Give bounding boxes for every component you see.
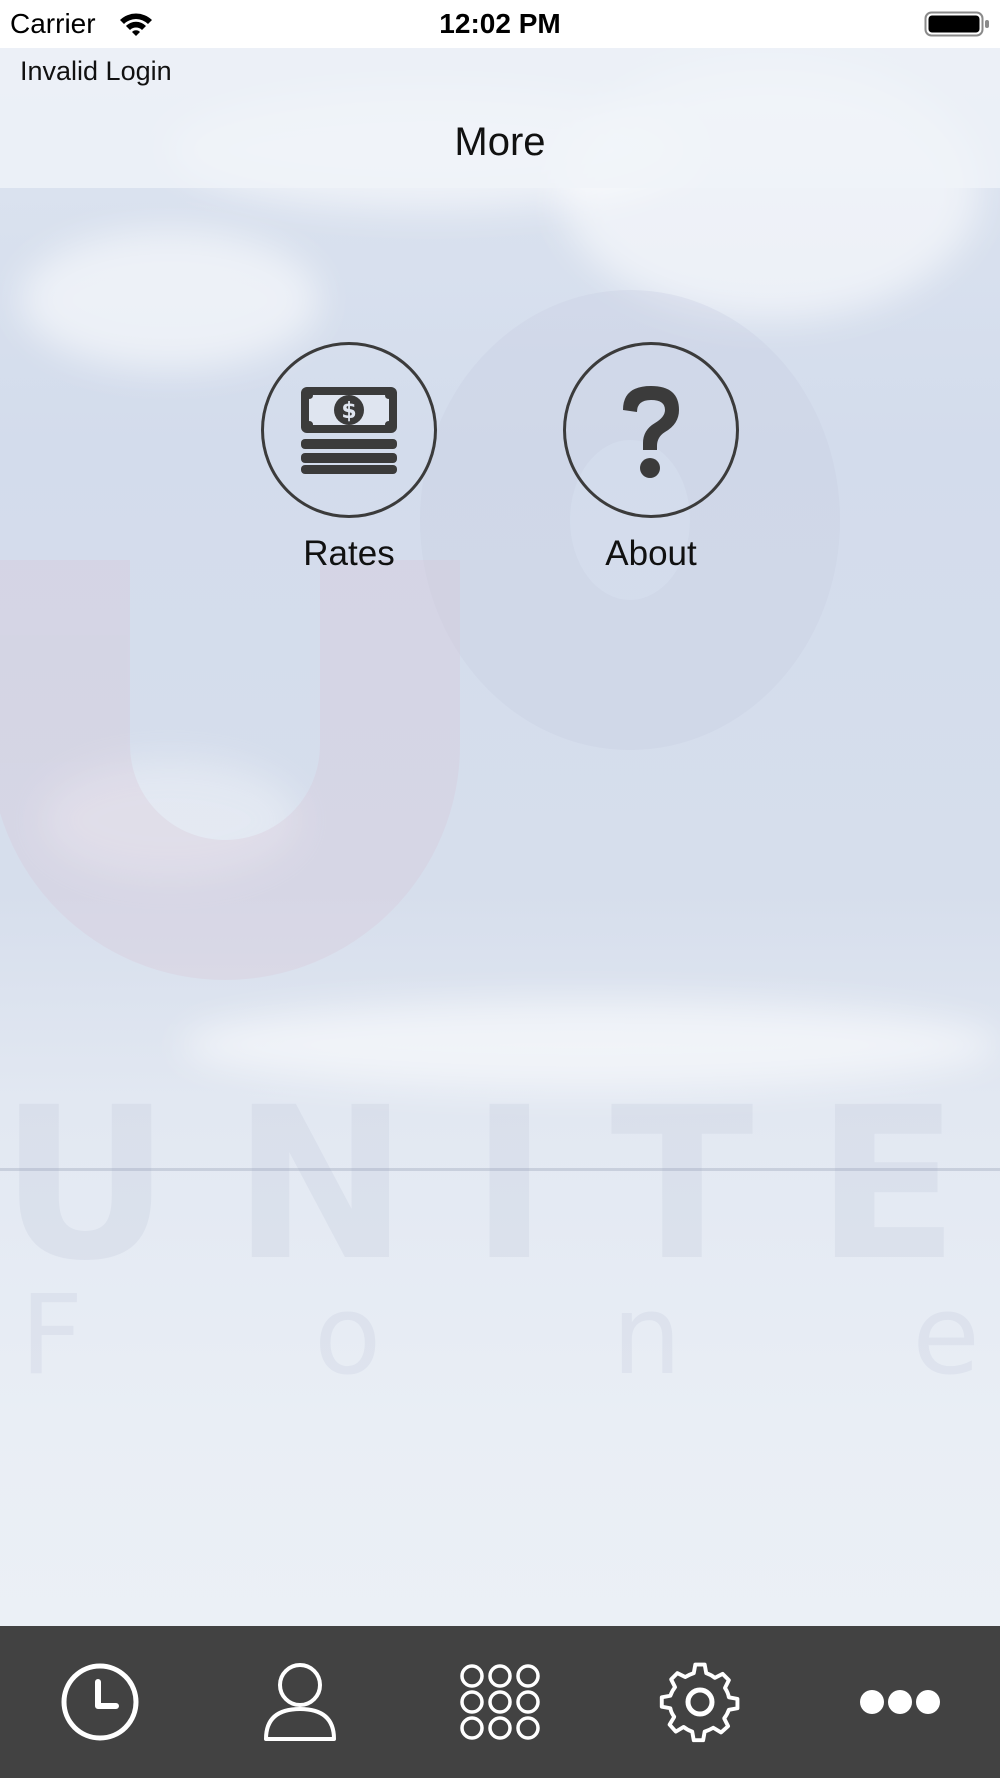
tab-settings[interactable]	[640, 1647, 760, 1757]
svg-text:$: $	[341, 399, 356, 424]
about-icon-circle[interactable]	[563, 342, 739, 518]
login-status-notice: Invalid Login	[20, 56, 172, 86]
horizon-line	[0, 1168, 1000, 1171]
question-mark-icon	[623, 386, 679, 478]
rates-button[interactable]: $ Rates	[259, 342, 439, 574]
watermark-fone: Fone	[20, 1271, 980, 1399]
gear-icon	[659, 1662, 740, 1743]
rates-icon-circle[interactable]: $	[261, 342, 437, 518]
watermark-united: UNITED	[0, 1062, 1000, 1307]
battery-icon	[924, 11, 989, 37]
keypad-icon	[460, 1664, 540, 1740]
tab-bar	[0, 1626, 1000, 1778]
background-wallpaper: UNITED Fone	[0, 0, 1000, 1778]
contact-icon	[264, 1663, 336, 1741]
more-screen: UNITED Fone Carrier 12:02 PM Invalid Log…	[0, 0, 1000, 1778]
rates-label: Rates	[303, 534, 395, 573]
tab-keypad[interactable]	[440, 1647, 560, 1757]
tab-contacts[interactable]	[240, 1647, 360, 1757]
clock-time: 12:02 PM	[439, 8, 561, 39]
header-bar: Invalid Login More	[0, 48, 1000, 188]
money-stack-icon: $	[301, 387, 397, 474]
more-dots-icon	[860, 1690, 940, 1714]
tab-more[interactable]	[840, 1647, 960, 1757]
clock-icon	[61, 1663, 139, 1741]
logo-watermark-u	[0, 560, 460, 980]
about-label: About	[605, 534, 697, 573]
about-button[interactable]: About	[561, 342, 741, 574]
status-bar: Carrier 12:02 PM	[0, 0, 1000, 48]
page-title: More	[454, 120, 546, 164]
tab-recents[interactable]	[40, 1647, 160, 1757]
